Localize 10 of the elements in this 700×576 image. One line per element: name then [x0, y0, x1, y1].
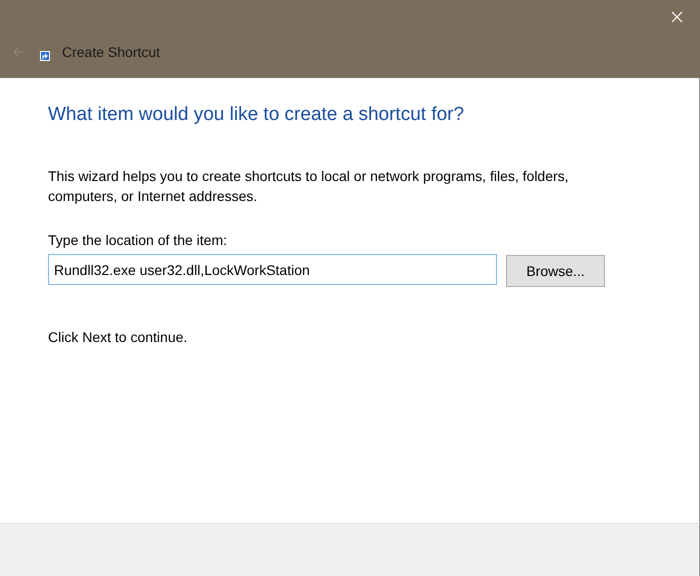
browse-button[interactable]: Browse... — [506, 255, 605, 287]
close-icon — [671, 11, 683, 23]
back-arrow-icon[interactable] — [12, 45, 26, 59]
field-label: Type the location of the item: — [48, 232, 228, 248]
location-field[interactable]: Rundll32.exe user32.dll,LockWorkStation — [48, 254, 497, 285]
wizard-heading: What item would you like to create a shortcut for? — [48, 104, 466, 126]
shortcut-icon — [40, 51, 50, 61]
window-title: Create Shortcut — [62, 44, 160, 60]
hint-text: Click Next to continue. — [48, 329, 188, 345]
intro-text: This wizard helps you to create shortcuts to local or network programs, files, folders, computers, or Internet addresses. — [48, 167, 570, 206]
